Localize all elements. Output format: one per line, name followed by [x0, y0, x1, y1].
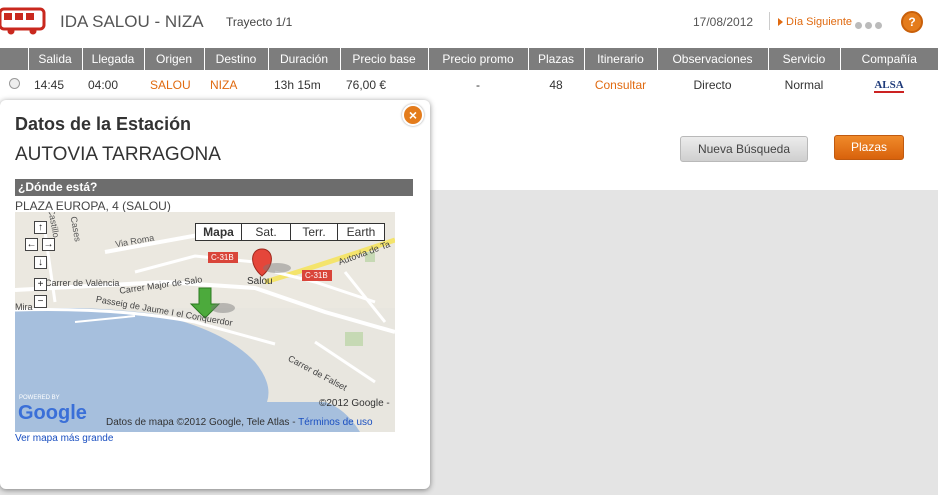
zoom-out-icon[interactable]: −: [34, 295, 47, 308]
cell-servicio: Normal: [784, 78, 824, 92]
station-map[interactable]: Via Roma Castillo Cases C-31B C-31B Auto…: [15, 212, 395, 432]
cell-destino[interactable]: NIZA: [204, 70, 268, 100]
trayecto-label: Trayecto 1/1: [226, 15, 293, 29]
map-label-c31b-1: C-31B: [211, 253, 234, 262]
header-divider: [769, 12, 770, 30]
results-table: Salida Llegada Origen Destino Duración P…: [0, 48, 938, 100]
col-header-precio-base: Precio base: [340, 48, 429, 70]
col-header-itinerario: Itinerario: [584, 48, 658, 70]
google-logo[interactable]: Google: [18, 402, 87, 425]
col-header-destino: Destino: [204, 48, 269, 70]
terms-link[interactable]: Términos de uso: [298, 417, 372, 428]
col-header-salida: Salida: [28, 48, 83, 70]
route-title: IDA SALOU - NIZA: [60, 12, 204, 31]
bigger-map-link[interactable]: Ver mapa más grande: [15, 433, 113, 444]
map-type-sat[interactable]: Sat.: [241, 223, 291, 241]
cell-duracion: 13h 15m: [274, 78, 321, 92]
cell-precio-base: 76,00 €: [346, 78, 387, 92]
loading-dots-icon: [855, 18, 885, 32]
cell-plazas: 48: [549, 78, 563, 92]
next-arrow-icon: [778, 18, 783, 26]
col-header-precio-promo: Precio promo: [428, 48, 529, 70]
cell-precio-promo: -: [476, 78, 480, 92]
cell-observaciones: Directo: [693, 78, 732, 92]
col-header-duracion: Duración: [268, 48, 341, 70]
cell-salida: 14:45: [34, 78, 65, 92]
next-day-link[interactable]: Día Siguiente: [786, 16, 852, 28]
pan-up-icon[interactable]: ↑: [34, 221, 47, 234]
bus-icon: [0, 7, 46, 35]
powered-by-label: POWERED BY: [19, 395, 60, 401]
popup-title: Datos de la Estación: [15, 114, 192, 134]
map-label-carrer-valencia: Carrer de València: [45, 278, 120, 288]
cell-llegada: 04:00: [88, 78, 119, 92]
close-icon[interactable]: ×: [402, 104, 424, 126]
plazas-button[interactable]: Plazas: [834, 135, 904, 160]
alsa-logo: ALSA: [874, 79, 904, 93]
table-row[interactable]: 14:45 04:00 SALOU NIZA 13h 15m 76,00 € -…: [0, 70, 938, 100]
col-header-origen: Origen: [144, 48, 205, 70]
station-name: AUTOVIA TARRAGONA: [15, 144, 221, 165]
section-header: ¿Dónde está?: [15, 179, 413, 196]
row-select-radio[interactable]: [0, 70, 28, 100]
pan-left-icon[interactable]: ←: [25, 238, 38, 251]
col-header-observaciones: Observaciones: [657, 48, 769, 70]
map-label-mira: Mira: [15, 302, 33, 312]
map-type-earth[interactable]: Earth: [337, 223, 385, 241]
map-type-selector: Mapa Sat. Terr. Earth: [195, 223, 385, 241]
map-copyright: ©2012 Google -: [319, 398, 390, 409]
zoom-in-icon[interactable]: +: [34, 278, 47, 291]
table-header-row: Salida Llegada Origen Destino Duración P…: [0, 48, 938, 70]
map-label-c31b-2: C-31B: [305, 271, 328, 280]
pan-right-icon[interactable]: →: [42, 238, 55, 251]
col-header-plazas: Plazas: [528, 48, 585, 70]
map-type-mapa[interactable]: Mapa: [195, 223, 242, 241]
results-header: IDA SALOU - NIZA Trayecto 1/1 17/08/2012…: [0, 0, 938, 44]
col-header-select: [0, 48, 29, 70]
col-header-servicio: Servicio: [768, 48, 841, 70]
nueva-busqueda-button[interactable]: Nueva Búsqueda: [680, 136, 808, 162]
page: IDA SALOU - NIZA Trayecto 1/1 17/08/2012…: [0, 0, 938, 495]
date-label: 17/08/2012: [693, 15, 754, 29]
map-data-credit: Datos de mapa ©2012 Google, Tele Atlas -…: [106, 417, 373, 428]
col-header-llegada: Llegada: [82, 48, 145, 70]
map-data-text: Datos de mapa ©2012 Google, Tele Atlas -: [106, 417, 296, 428]
help-icon[interactable]: ?: [901, 11, 923, 33]
pan-down-icon[interactable]: ↓: [34, 256, 47, 269]
col-header-compania: Compañía: [840, 48, 938, 70]
map-label-salou: Salou: [247, 276, 273, 287]
cell-itinerario-link[interactable]: Consultar: [584, 70, 657, 100]
map-type-terr[interactable]: Terr.: [290, 223, 338, 241]
cell-origen[interactable]: SALOU: [144, 70, 204, 100]
cell-compania: ALSA: [840, 70, 938, 100]
station-address: PLAZA EUROPA, 4 (SALOU): [15, 199, 171, 213]
